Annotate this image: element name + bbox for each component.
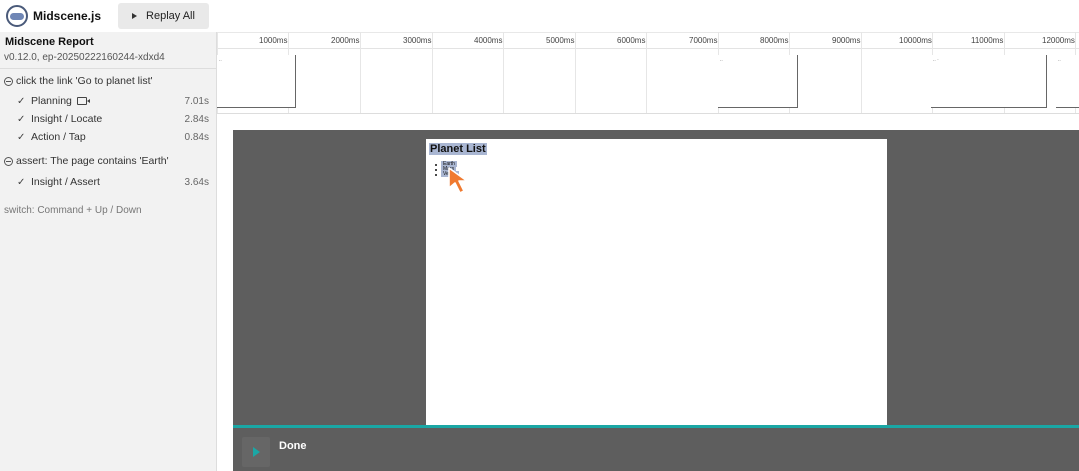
- task-item-tap[interactable]: click the link 'Go to planet list': [4, 75, 153, 87]
- top-bar: Midscene.js Replay All: [0, 0, 1079, 32]
- sidebar: Midscene Report v0.12.0, ep-202502221602…: [0, 32, 217, 471]
- tick-label: 8000ms: [760, 36, 789, 45]
- step-label: Insight / Locate: [31, 113, 103, 125]
- tick-label: 6000ms: [617, 36, 646, 45]
- timeline-screenshot[interactable]: .. ·: [931, 55, 1047, 108]
- report-title: Midscene Report: [5, 36, 94, 48]
- page-viewport: Planet List Earth Mars Venus: [426, 139, 887, 426]
- step-item-assert[interactable]: ✓ Insight / Assert 3.64s: [17, 176, 211, 188]
- camera-icon: [76, 97, 90, 105]
- step-label: Insight / Assert: [31, 176, 100, 188]
- step-item-tap[interactable]: ✓ Action / Tap 0.84s: [17, 131, 211, 143]
- step-label: Planning: [31, 95, 72, 107]
- play-button[interactable]: [242, 437, 270, 467]
- timeline-screenshot[interactable]: ..: [217, 55, 296, 108]
- report-version: v0.12.0, ep-20250222160244-xdxd4: [4, 52, 165, 63]
- midscene-logo-icon: [6, 5, 28, 27]
- app-title: Midscene.js: [33, 9, 102, 23]
- timeline-tick: 4000ms: [474, 32, 504, 114]
- task-status-icon: [4, 156, 13, 166]
- replay-player: Planet List Earth Mars Venus Done: [233, 130, 1079, 471]
- tick-label: 2000ms: [331, 36, 360, 45]
- page-heading: Planet List: [429, 143, 487, 155]
- tick-label: 11000ms: [971, 36, 1004, 45]
- task-label: assert: The page contains 'Earth': [16, 155, 169, 167]
- step-duration: 7.01s: [184, 95, 209, 107]
- timeline-tick: 5000ms: [546, 32, 576, 114]
- step-label: Action / Tap: [31, 131, 86, 143]
- step-duration: 3.64s: [184, 176, 209, 188]
- step-item-locate[interactable]: ✓ Insight / Locate 2.84s: [17, 113, 211, 125]
- task-label: click the link 'Go to planet list': [16, 75, 153, 87]
- tick-label: 4000ms: [474, 36, 503, 45]
- tick-label: 3000ms: [403, 36, 432, 45]
- replay-all-label: Replay All: [146, 10, 195, 22]
- timeline-tick: 2000ms: [331, 32, 361, 114]
- tick-label: 12000ms: [1042, 36, 1075, 45]
- tick-label: 5000ms: [546, 36, 575, 45]
- step-item-planning[interactable]: ✓ Planning 7.01s: [17, 95, 211, 107]
- timeline-screenshot[interactable]: ..: [718, 55, 798, 108]
- check-icon: ✓: [17, 176, 26, 188]
- replay-all-button[interactable]: Replay All: [118, 3, 209, 29]
- timeline-screenshot[interactable]: ..: [1056, 55, 1079, 108]
- divider: [0, 68, 217, 69]
- step-duration: 2.84s: [184, 113, 209, 125]
- pointer-cursor-icon: [448, 167, 468, 194]
- check-icon: ✓: [17, 95, 26, 107]
- check-icon: ✓: [17, 113, 26, 125]
- timeline-tick: 3000ms: [403, 32, 433, 114]
- tick-label: 10000ms: [899, 36, 932, 45]
- progress-bar: [233, 425, 1079, 428]
- check-icon: ✓: [17, 131, 26, 143]
- divider: [217, 113, 1079, 114]
- keyboard-hint: switch: Command + Up / Down: [4, 205, 142, 216]
- step-duration: 0.84s: [184, 131, 209, 143]
- player-status: Done: [279, 440, 307, 452]
- timeline-tick: 9000ms: [832, 32, 862, 114]
- play-icon: [132, 13, 138, 19]
- task-item-assert[interactable]: assert: The page contains 'Earth': [4, 155, 169, 167]
- task-status-icon: [4, 76, 13, 86]
- tick-label: 9000ms: [832, 36, 861, 45]
- tick-label: 1000ms: [259, 36, 288, 45]
- timeline-tick: 6000ms: [617, 32, 647, 114]
- tick-label: 7000ms: [689, 36, 718, 45]
